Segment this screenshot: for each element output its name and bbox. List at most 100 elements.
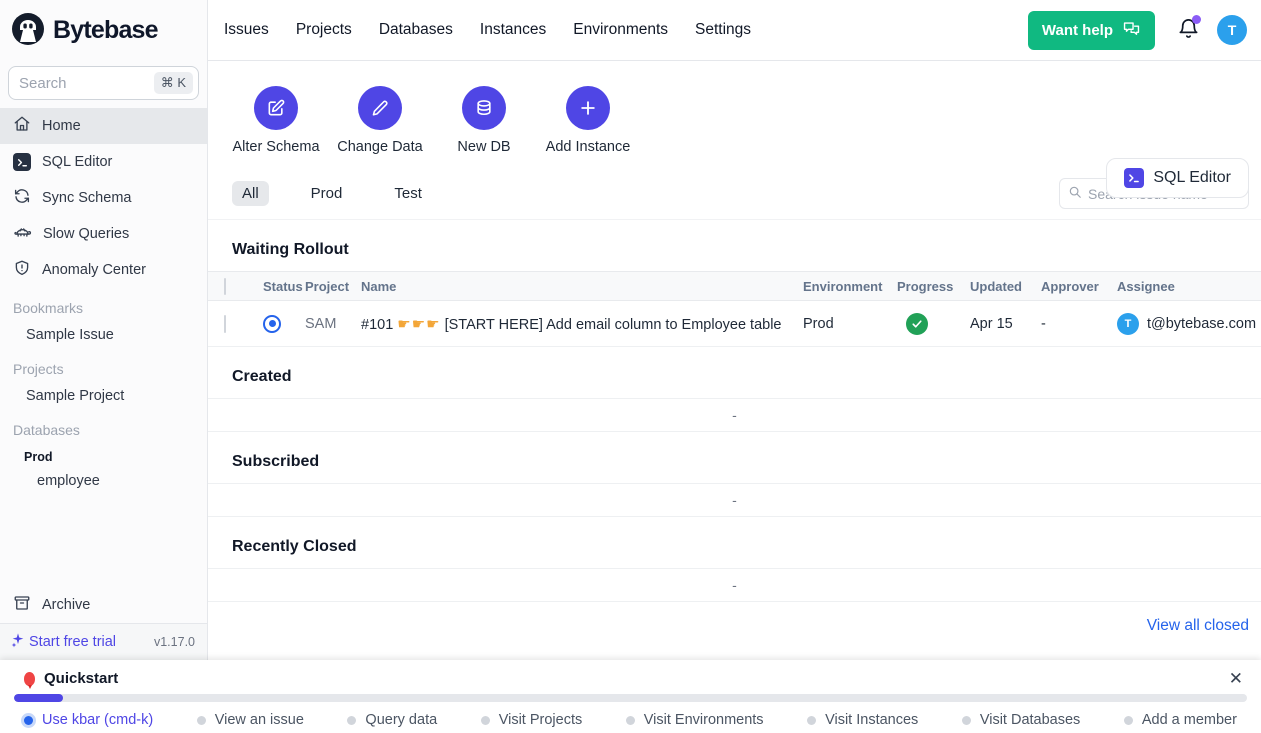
nav-issues[interactable]: Issues bbox=[224, 21, 269, 39]
issue-name[interactable]: #101☛☛☛[START HERE] Add email column to … bbox=[361, 315, 803, 333]
sidebar-item-anomaly-center[interactable]: Anomaly Center bbox=[0, 252, 207, 288]
tab-test[interactable]: Test bbox=[384, 181, 432, 206]
progress-done-icon bbox=[906, 313, 928, 335]
sidebar-db-env-prod: Prod bbox=[0, 443, 207, 468]
quickstart-link-query-data[interactable]: Query data bbox=[347, 712, 437, 728]
select-all-checkbox[interactable] bbox=[224, 278, 226, 295]
shortcut-badge: ⌘ K bbox=[154, 72, 193, 94]
bytebase-logo-icon bbox=[10, 11, 46, 50]
want-help-label: Want help bbox=[1042, 22, 1113, 39]
nav-settings[interactable]: Settings bbox=[695, 21, 751, 39]
section-title-subscribed: Subscribed bbox=[208, 432, 1261, 483]
sidebar-item-label: Sync Schema bbox=[42, 190, 131, 206]
action-label: New DB bbox=[457, 139, 510, 155]
issue-row[interactable]: SAM #101☛☛☛[START HERE] Add email column… bbox=[208, 301, 1261, 347]
sidebar-search[interactable]: ⌘ K bbox=[8, 66, 199, 100]
main-area: Issues Projects Databases Instances Envi… bbox=[208, 0, 1261, 660]
add-instance-button[interactable]: Add Instance bbox=[544, 86, 632, 155]
sidebar-item-label: Slow Queries bbox=[43, 226, 129, 242]
nav-instances[interactable]: Instances bbox=[480, 21, 546, 39]
quickstart-header: Quickstart ✕ bbox=[0, 660, 1261, 694]
view-all-closed-link[interactable]: View all closed bbox=[1147, 617, 1249, 634]
shield-alert-icon bbox=[13, 259, 31, 281]
sidebar-section-bookmarks: Bookmarks bbox=[0, 288, 207, 321]
close-icon[interactable]: ✕ bbox=[1229, 670, 1243, 687]
quickstart-link-add-a-member[interactable]: Add a member bbox=[1124, 712, 1237, 728]
sidebar-item-label: SQL Editor bbox=[42, 154, 112, 170]
user-avatar[interactable]: T bbox=[1217, 15, 1247, 45]
nav-projects[interactable]: Projects bbox=[296, 21, 352, 39]
column-header: Status bbox=[263, 279, 305, 294]
column-header: Progress bbox=[897, 279, 970, 294]
quickstart-link-view-an-issue[interactable]: View an issue bbox=[197, 712, 304, 728]
quickstart-link-visit-environments[interactable]: Visit Environments bbox=[626, 712, 764, 728]
new-db-button[interactable]: New DB bbox=[440, 86, 528, 155]
tab-prod[interactable]: Prod bbox=[301, 181, 353, 206]
quickstart-panel: Quickstart ✕ Use kbar (cmd-k) View an is… bbox=[0, 660, 1261, 733]
start-free-trial-link[interactable]: Start free trial bbox=[10, 632, 116, 652]
version-label: v1.17.0 bbox=[154, 635, 195, 649]
sidebar-item-sample-project[interactable]: Sample Project bbox=[0, 382, 207, 410]
step-dot-icon bbox=[347, 716, 356, 725]
change-data-button[interactable]: Change Data bbox=[336, 86, 424, 155]
column-header: Updated bbox=[970, 279, 1041, 294]
sidebar-item-sql-editor[interactable]: SQL Editor bbox=[0, 144, 207, 180]
top-header: Issues Projects Databases Instances Envi… bbox=[208, 0, 1261, 61]
column-header: Project bbox=[305, 279, 361, 294]
status-in-progress-icon bbox=[263, 315, 281, 333]
alter-schema-button[interactable]: Alter Schema bbox=[232, 86, 320, 155]
issue-environment: Prod bbox=[803, 316, 897, 332]
tabs-row: All Prod Test bbox=[208, 178, 1261, 220]
row-checkbox[interactable] bbox=[224, 315, 226, 333]
app: Bytebase ⌘ K Home SQL Editor Sync Schema bbox=[0, 0, 1261, 660]
sidebar-item-label: Home bbox=[42, 118, 81, 134]
notification-bell-icon[interactable] bbox=[1177, 17, 1200, 43]
step-dot-icon bbox=[24, 716, 33, 725]
issue-table-header: Status Project Name Environment Progress… bbox=[208, 271, 1261, 301]
sparkles-icon bbox=[10, 632, 26, 652]
want-help-button[interactable]: Want help bbox=[1028, 11, 1155, 50]
sidebar-item-sample-issue[interactable]: Sample Issue bbox=[0, 321, 207, 349]
database-icon bbox=[462, 86, 506, 130]
sidebar-item-employee-db[interactable]: employee bbox=[0, 468, 207, 494]
chat-bubble-icon bbox=[1122, 20, 1141, 41]
tab-all[interactable]: All bbox=[232, 181, 269, 206]
section-title-recently-closed: Recently Closed bbox=[208, 517, 1261, 568]
plus-icon bbox=[566, 86, 610, 130]
section-title-waiting-rollout: Waiting Rollout bbox=[208, 220, 1261, 271]
topbar-right: Want help T bbox=[1028, 11, 1247, 50]
sidebar-item-slow-queries[interactable]: Slow Queries bbox=[0, 216, 207, 252]
issue-project: SAM bbox=[305, 316, 361, 332]
sidebar-section-databases: Databases bbox=[0, 410, 207, 443]
pencil-icon bbox=[358, 86, 402, 130]
sidebar-item-sync-schema[interactable]: Sync Schema bbox=[0, 180, 207, 216]
sidebar-item-label: Archive bbox=[42, 597, 90, 613]
sql-editor-label: SQL Editor bbox=[1153, 169, 1231, 187]
pointing-hands-emoji: ☛☛☛ bbox=[397, 316, 440, 333]
brand-name: Bytebase bbox=[53, 16, 158, 45]
quickstart-link-visit-databases[interactable]: Visit Databases bbox=[962, 712, 1080, 728]
quickstart-link-use-kbar[interactable]: Use kbar (cmd-k) bbox=[24, 712, 153, 728]
column-header: Approver bbox=[1041, 279, 1117, 294]
sidebar-item-home[interactable]: Home bbox=[0, 108, 207, 144]
sidebar-item-archive[interactable]: Archive bbox=[0, 587, 207, 623]
nav-environments[interactable]: Environments bbox=[573, 21, 668, 39]
step-dot-icon bbox=[626, 716, 635, 725]
recently-closed-empty: - bbox=[208, 569, 1261, 602]
terminal-icon bbox=[13, 153, 31, 171]
step-dot-icon bbox=[481, 716, 490, 725]
quick-actions: Alter Schema Change Data New DB bbox=[208, 61, 1261, 155]
balloon-icon bbox=[24, 672, 35, 686]
quickstart-link-visit-instances[interactable]: Visit Instances bbox=[807, 712, 918, 728]
home-icon bbox=[13, 115, 31, 137]
archive-icon bbox=[13, 594, 31, 616]
subscribed-empty: - bbox=[208, 484, 1261, 517]
quickstart-link-visit-projects[interactable]: Visit Projects bbox=[481, 712, 583, 728]
nav-databases[interactable]: Databases bbox=[379, 21, 453, 39]
logo[interactable]: Bytebase bbox=[0, 0, 207, 61]
action-label: Alter Schema bbox=[232, 139, 319, 155]
quickstart-progress-track bbox=[14, 694, 1247, 702]
sql-editor-button[interactable]: SQL Editor bbox=[1106, 158, 1249, 198]
search-input[interactable] bbox=[19, 75, 154, 92]
column-header: Environment bbox=[803, 279, 897, 294]
